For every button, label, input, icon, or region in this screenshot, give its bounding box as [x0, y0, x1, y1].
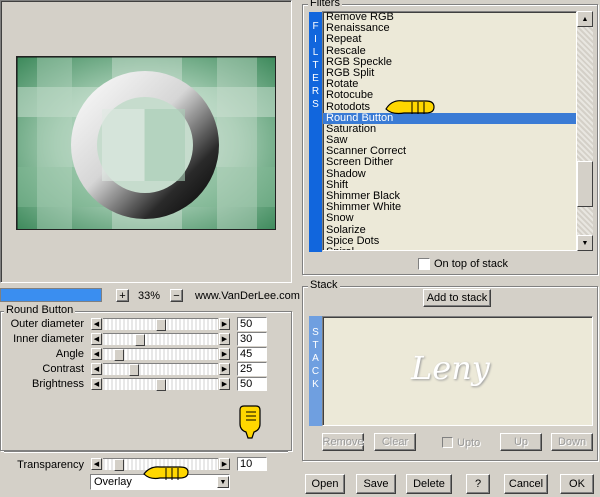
slider-track[interactable] — [103, 333, 218, 346]
slider-left-icon[interactable]: ◀ — [91, 363, 102, 375]
filter-item[interactable]: Shimmer White — [323, 202, 576, 213]
scroll-down-icon[interactable]: ▼ — [577, 235, 593, 251]
slider-left-icon[interactable]: ◀ — [91, 318, 102, 330]
side-label-letter: R — [311, 86, 320, 97]
side-label-letter: S — [312, 99, 319, 110]
filter-item[interactable]: Screen Dither — [323, 157, 576, 168]
add-to-stack-button[interactable]: Add to stack — [423, 289, 491, 307]
filter-item[interactable]: Repeat — [323, 34, 576, 45]
slider-thumb[interactable] — [113, 349, 124, 361]
on-top-checkbox[interactable] — [418, 258, 430, 270]
slider-right-icon[interactable]: ▶ — [219, 318, 230, 330]
slider-thumb[interactable] — [129, 364, 140, 376]
stack-list[interactable]: Leny — [322, 316, 593, 426]
chevron-down-icon[interactable]: ▼ — [217, 476, 229, 488]
up-button[interactable]: Up — [500, 433, 542, 451]
open-button[interactable]: Open — [305, 474, 345, 494]
upto-checkbox[interactable] — [442, 437, 453, 448]
slider-thumb[interactable] — [155, 319, 166, 331]
param-value-field[interactable]: 25 — [237, 362, 267, 376]
website-link[interactable]: www.VanDerLee.com — [195, 290, 300, 302]
slider-thumb[interactable] — [134, 334, 145, 346]
params-title: Round Button — [4, 304, 76, 316]
watermark: Leny — [411, 349, 490, 387]
param-value-field[interactable]: 30 — [237, 332, 267, 346]
slider-right-icon[interactable]: ▶ — [219, 363, 230, 375]
slider-right-icon[interactable]: ▶ — [219, 378, 230, 390]
transparency-label: Transparency — [17, 459, 84, 471]
slider-thumb[interactable] — [113, 459, 124, 471]
filter-scrollbar[interactable]: ▲ ▼ — [577, 11, 593, 251]
ok-button[interactable]: OK — [560, 474, 594, 494]
slider-thumb[interactable] — [155, 379, 166, 391]
side-label-letter: T — [312, 60, 319, 71]
help-button[interactable]: ? — [466, 474, 490, 494]
filters-title: Filters — [308, 0, 342, 9]
filter-item[interactable]: Spiral — [323, 246, 576, 250]
delete-button[interactable]: Delete — [406, 474, 452, 494]
divider — [4, 451, 288, 453]
clear-button[interactable]: Clear — [374, 433, 416, 451]
slider-track[interactable] — [103, 318, 218, 331]
param-label: Brightness — [32, 378, 84, 390]
param-label: Angle — [55, 348, 84, 360]
blend-mode-value: Overlay — [94, 476, 132, 488]
pointer-hand-icon — [239, 405, 261, 439]
side-label-letter: L — [312, 47, 319, 58]
scroll-thumb[interactable] — [577, 161, 593, 207]
preview-image — [16, 56, 276, 230]
pointer-hand-icon — [143, 466, 189, 480]
progress-bar — [0, 288, 102, 302]
zoom-in-button[interactable]: + — [116, 289, 129, 302]
filter-item[interactable]: Shadow — [323, 168, 576, 180]
pointer-hand-icon — [385, 100, 435, 115]
slider-left-icon[interactable]: ◀ — [91, 458, 102, 470]
param-value-field[interactable]: 45 — [237, 347, 267, 361]
cancel-button[interactable]: Cancel — [504, 474, 548, 494]
param-value-field[interactable]: 50 — [237, 317, 267, 331]
save-button[interactable]: Save — [356, 474, 396, 494]
param-label: Inner diameter — [13, 333, 84, 345]
param-label: Outer diameter — [10, 318, 84, 330]
side-label-letter: S — [312, 327, 319, 338]
side-label-letter: I — [314, 34, 317, 45]
slider-track[interactable] — [103, 363, 218, 376]
side-label-letter: A — [312, 353, 319, 364]
side-label-letter: E — [312, 73, 319, 84]
filter-item[interactable]: Rotodots — [323, 101, 576, 113]
slider-left-icon[interactable]: ◀ — [91, 378, 102, 390]
side-label-letter: C — [311, 366, 320, 377]
slider-left-icon[interactable]: ◀ — [91, 348, 102, 360]
preview-render — [17, 57, 275, 229]
remove-button[interactable]: Remove — [322, 433, 364, 451]
side-label-letter: T — [312, 340, 319, 351]
filter-item[interactable]: Spice Dots — [323, 235, 576, 247]
param-label: Contrast — [42, 363, 84, 375]
slider-track[interactable] — [103, 348, 218, 361]
slider-right-icon[interactable]: ▶ — [219, 333, 230, 345]
param-value-field[interactable]: 50 — [237, 377, 267, 391]
filter-item[interactable]: Rotocube — [323, 90, 576, 101]
stack-side-label: STACK — [309, 316, 322, 426]
slider-right-icon[interactable]: ▶ — [219, 348, 230, 360]
upto-label: Upto — [457, 437, 481, 449]
zoom-out-button[interactable]: − — [170, 289, 183, 302]
down-button[interactable]: Down — [551, 433, 593, 451]
filter-item[interactable]: RGB Split — [323, 67, 576, 79]
param-value-field[interactable]: 10 — [237, 457, 267, 471]
filters-side-label: FILTERS — [309, 12, 322, 252]
progress-fill — [1, 289, 101, 301]
stack-title: Stack — [308, 279, 340, 291]
zoom-level: 33% — [138, 290, 161, 302]
slider-left-icon[interactable]: ◀ — [91, 333, 102, 345]
on-top-label: On top of stack — [434, 258, 508, 270]
side-label-letter: K — [312, 379, 319, 390]
filter-list[interactable]: Remove RGB Renaissance Repeat Rescale RGB Sp… — [322, 11, 577, 251]
filter-item[interactable]: Snow — [323, 213, 576, 224]
slider-track[interactable] — [103, 378, 218, 391]
filter-item[interactable]: Saturation — [323, 123, 576, 135]
scroll-up-icon[interactable]: ▲ — [577, 11, 593, 27]
side-label-letter: F — [312, 21, 319, 32]
slider-right-icon[interactable]: ▶ — [219, 458, 230, 470]
